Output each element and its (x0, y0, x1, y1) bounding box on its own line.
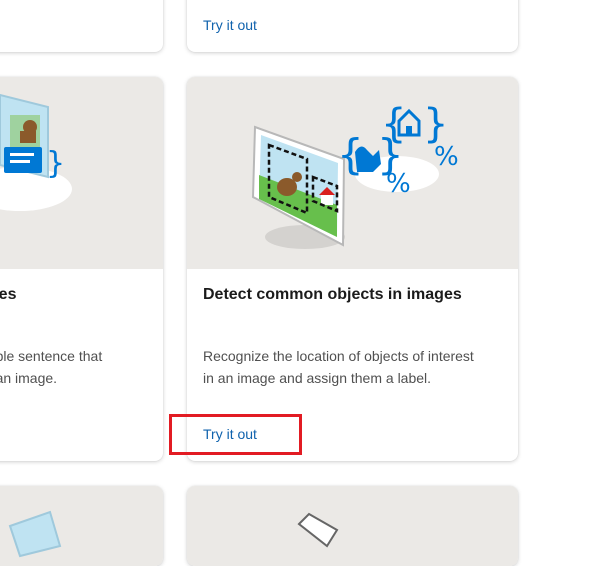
image-icon (297, 512, 339, 548)
card-image-caption: } ages dable sentence that of an image. (0, 77, 163, 461)
card-top-left (0, 0, 163, 52)
card-bottom-left-illustration (0, 486, 163, 566)
svg-text:%: % (386, 169, 411, 199)
card-bottom-right (187, 486, 518, 566)
card-description: dable sentence that of an image. (0, 345, 102, 389)
image-icon (8, 510, 62, 558)
description-line: Recognize the location of objects of int… (203, 348, 474, 364)
card-title: ages (0, 286, 17, 303)
image-caption-icon: } (0, 93, 72, 211)
svg-text:}: } (46, 146, 65, 181)
svg-text:{: { (381, 101, 406, 147)
card-title: Detect common objects in images (203, 286, 462, 303)
card-detect-objects: { } % { } % Detect common objects in ima… (187, 77, 518, 461)
object-detection-icon: { } % { } % (251, 101, 459, 249)
description-line: of an image. (0, 370, 58, 386)
highlight-box (169, 414, 302, 455)
svg-text:%: % (434, 142, 459, 172)
card-image-caption-illustration: } (0, 77, 163, 269)
card-bottom-left (0, 486, 163, 566)
try-it-out-link-top[interactable]: Try it out (203, 17, 257, 33)
card-bottom-right-illustration (187, 486, 518, 566)
description-line: dable sentence that (0, 348, 103, 364)
description-line: in an image and assign them a label. (203, 370, 432, 386)
card-top-right: Try it out (187, 0, 518, 52)
card-detect-objects-illustration: { } % { } % (187, 77, 518, 269)
card-description: Recognize the location of objects of int… (203, 345, 474, 389)
svg-text:}: } (423, 101, 448, 147)
